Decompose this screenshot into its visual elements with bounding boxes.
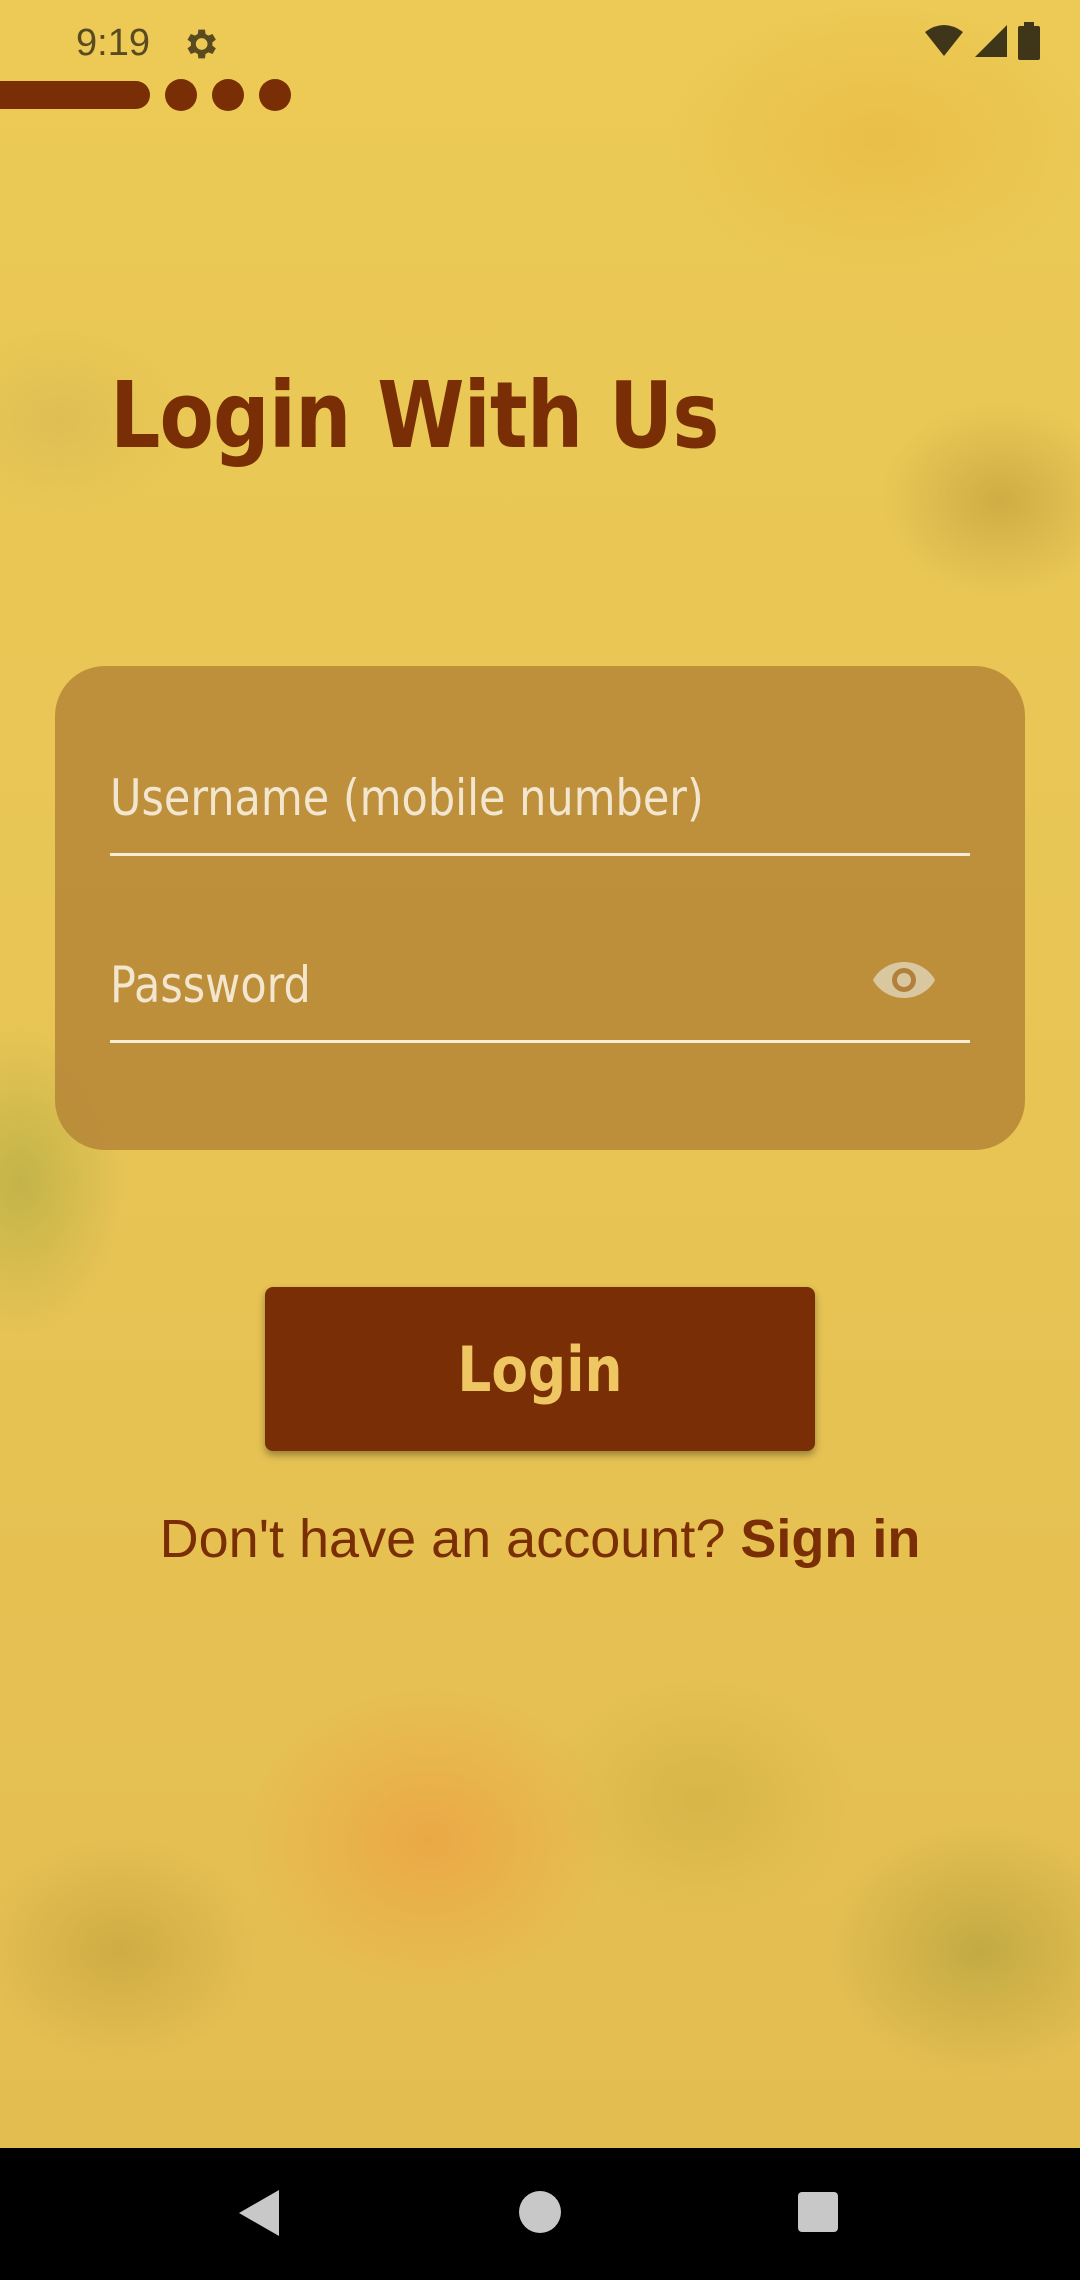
back-icon[interactable] [237, 2188, 281, 2238]
signal-icon [975, 25, 1007, 57]
progress-active-step [0, 81, 150, 109]
wifi-icon [925, 25, 963, 56]
status-time: 9:19 [76, 22, 150, 64]
no-account-text: Don't have an account? [159, 1509, 726, 1569]
password-input[interactable] [110, 950, 764, 1020]
signup-prompt: Don't have an account? Sign in [0, 1508, 1080, 1570]
password-field [110, 923, 970, 1043]
page-title: Login With Us [110, 362, 720, 469]
signin-link[interactable]: Sign in [740, 1509, 920, 1569]
login-button-label: Login [457, 1332, 623, 1406]
battery-icon [1018, 22, 1040, 60]
progress-dot [212, 79, 244, 111]
status-bar: 9:19 [0, 0, 1080, 84]
home-icon[interactable] [519, 2191, 561, 2233]
eye-icon[interactable] [872, 960, 936, 1000]
progress-dot [165, 79, 197, 111]
step-progress [0, 79, 291, 111]
username-field [110, 736, 970, 856]
navigation-bar [0, 2148, 1080, 2280]
login-button[interactable]: Login [265, 1287, 815, 1451]
gear-icon [187, 29, 216, 59]
recents-icon[interactable] [798, 2192, 838, 2232]
progress-dot [259, 79, 291, 111]
login-form-card [55, 666, 1025, 1150]
username-input[interactable] [110, 763, 764, 833]
